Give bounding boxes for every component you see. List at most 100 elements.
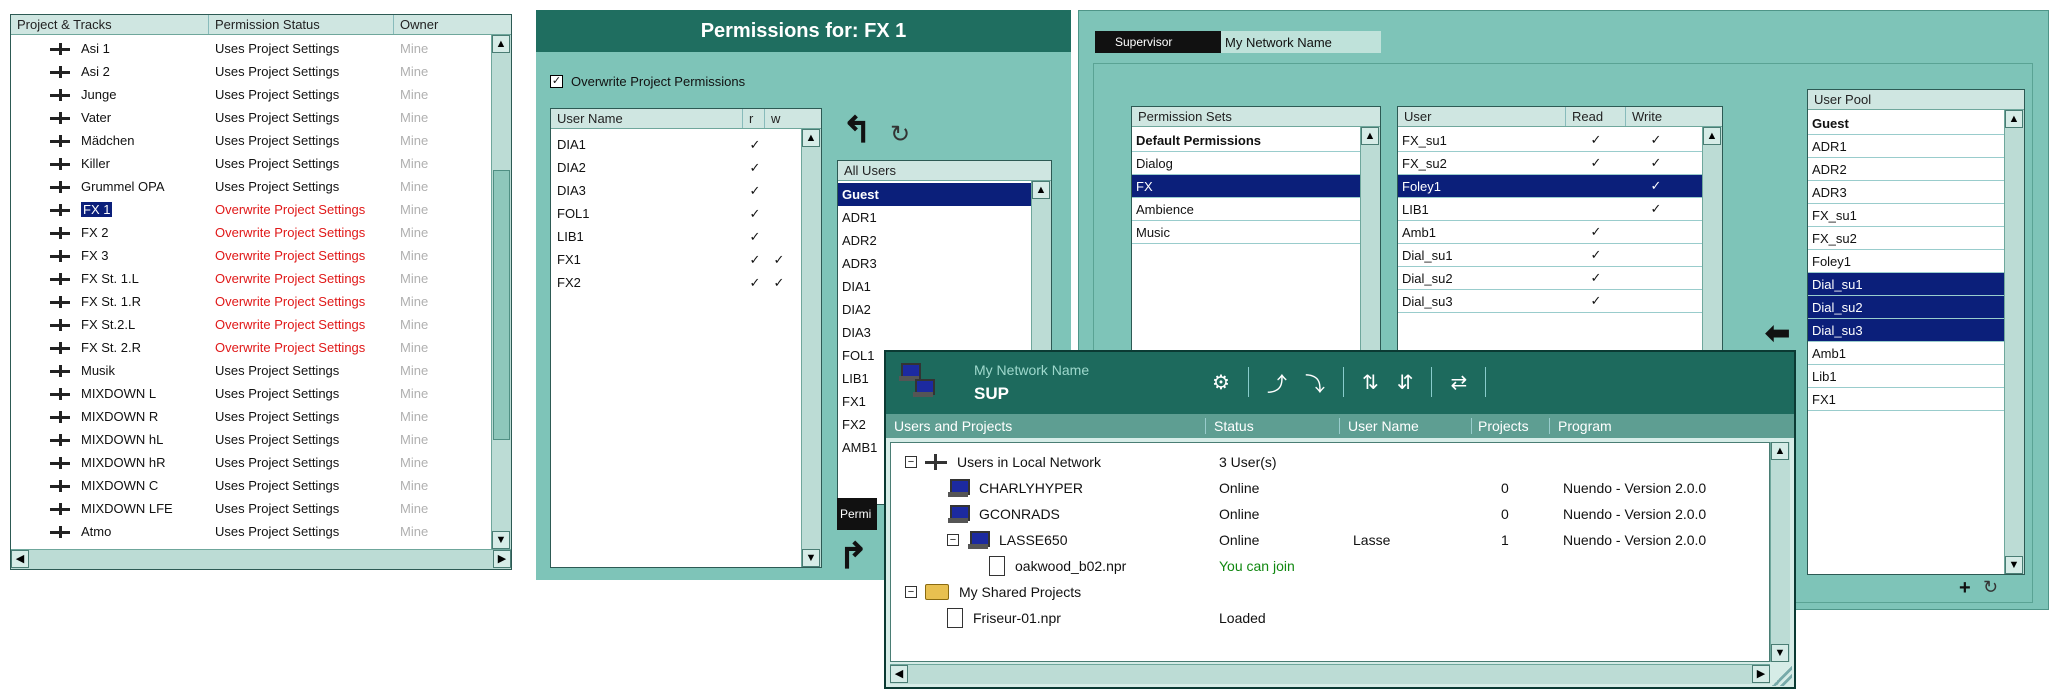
overwrite-checkbox[interactable]: ✓ (550, 75, 563, 88)
read-check[interactable]: ✓ (743, 137, 767, 153)
track-row[interactable]: Grummel OPA Uses Project Settings Mine (11, 175, 491, 198)
user-pool-item[interactable]: Dial_su2 (1808, 296, 2004, 319)
track-row[interactable]: MIXDOWN LFE Uses Project Settings Mine (11, 497, 491, 520)
column-header-owner[interactable]: Owner (394, 15, 489, 34)
scroll-right-icon[interactable]: ▶ (1752, 665, 1770, 683)
set-user-row[interactable]: FX_su1 ✓ ✓ (1398, 129, 1702, 152)
scroll-left-icon[interactable]: ◀ (11, 550, 29, 568)
permission-set-item[interactable]: FX (1132, 175, 1360, 198)
unshare-project-icon[interactable]: ⤵ (1305, 368, 1325, 397)
network-tree-row[interactable]: oakwood_b02.npr You can join (891, 553, 1771, 579)
set-user-row[interactable]: Dial_su1 ✓ (1398, 244, 1702, 267)
user-permission-row[interactable]: FOL1 ✓ (551, 202, 801, 225)
all-users-item[interactable]: ADR2 (838, 229, 1031, 252)
read-check[interactable]: ✓ (743, 183, 767, 199)
read-check[interactable]: ✓ (743, 160, 767, 176)
refresh-icon[interactable]: ↻ (890, 120, 910, 149)
track-row[interactable]: Atmo Uses Project Settings Mine (11, 520, 491, 543)
scroll-down-icon[interactable]: ▼ (2005, 556, 2023, 574)
user-permission-row[interactable]: LIB1 ✓ (551, 225, 801, 248)
column-header-write[interactable]: Write (1626, 107, 1686, 126)
read-check[interactable]: ✓ (1566, 247, 1626, 263)
read-check[interactable]: ✓ (1566, 155, 1626, 171)
read-check[interactable]: ✓ (1566, 132, 1626, 148)
read-check[interactable]: ✓ (743, 206, 767, 222)
write-check[interactable]: ✓ (1626, 155, 1686, 171)
read-check[interactable]: ✓ (1566, 224, 1626, 240)
track-row[interactable]: MIXDOWN L Uses Project Settings Mine (11, 382, 491, 405)
all-users-item[interactable]: DIA3 (838, 321, 1031, 344)
write-check[interactable]: ✓ (767, 252, 791, 268)
user-permissions-vscroll[interactable]: ▲ ▼ (801, 129, 821, 567)
write-check[interactable]: ✓ (1626, 178, 1686, 194)
expand-toggle-icon[interactable]: − (905, 586, 917, 598)
user-pool-item[interactable]: Dial_su1 (1808, 273, 2004, 296)
network-tree-row[interactable]: − LASSE650 Online Lasse 1 Nuendo - Version 2.… (891, 527, 1771, 553)
all-users-item[interactable]: Guest (838, 183, 1031, 206)
write-check[interactable]: ✓ (1626, 132, 1686, 148)
track-row[interactable]: MIXDOWN hL Uses Project Settings Mine (11, 428, 491, 451)
user-pool-item[interactable]: FX_su1 (1808, 204, 2004, 227)
network-tree-row[interactable]: CHARLYHYPER Online 0 Nuendo - Version 2.0.0 (891, 475, 1771, 501)
write-check[interactable]: ✓ (1626, 201, 1686, 217)
scroll-up-icon[interactable]: ▲ (1032, 181, 1050, 199)
scroll-up-icon[interactable]: ▲ (802, 129, 820, 147)
tracks-vscroll[interactable]: ▲ ▼ (491, 35, 511, 549)
settings-icon[interactable]: ⚙ (1212, 370, 1230, 395)
all-users-item[interactable]: DIA2 (838, 298, 1031, 321)
add-user-icon[interactable]: + (1959, 577, 1971, 600)
network-tree-row[interactable]: − My Shared Projects (891, 579, 1771, 605)
sync-icon[interactable]: ⇄ (1450, 370, 1467, 395)
scroll-up-icon[interactable]: ▲ (1771, 442, 1789, 460)
user-pool-vscroll[interactable]: ▲ ▼ (2004, 110, 2024, 574)
track-row[interactable]: FX 3 Overwrite Project Settings Mine (11, 244, 491, 267)
track-row[interactable]: Asi 2 Uses Project Settings Mine (11, 60, 491, 83)
user-pool-item[interactable]: Amb1 (1808, 342, 2004, 365)
user-pool-item[interactable]: FX_su2 (1808, 227, 2004, 250)
track-row[interactable]: FX St. 2.R Overwrite Project Settings Mine (11, 336, 491, 359)
column-header-tracks[interactable]: Project & Tracks (11, 15, 209, 34)
read-check[interactable]: ✓ (1566, 293, 1626, 309)
track-row[interactable]: FX St. 1.L Overwrite Project Settings Mine (11, 267, 491, 290)
user-pool-item[interactable]: Foley1 (1808, 250, 2004, 273)
permission-set-item[interactable]: Default Permissions (1132, 129, 1360, 152)
track-row[interactable]: MIXDOWN hR Uses Project Settings Mine (11, 451, 491, 474)
track-row[interactable]: MIXDOWN R Uses Project Settings Mine (11, 405, 491, 428)
expand-toggle-icon[interactable]: − (947, 534, 959, 546)
tab-supervisor[interactable]: Supervisor (1095, 31, 1221, 53)
track-row[interactable]: FX 1 Overwrite Project Settings Mine (11, 198, 491, 221)
scroll-right-icon[interactable]: ▶ (493, 550, 511, 568)
move-down-arrow-icon[interactable]: ↱ (838, 538, 868, 574)
track-row[interactable]: Asi 1 Uses Project Settings Mine (11, 37, 491, 60)
user-pool-item[interactable]: ADR3 (1808, 181, 2004, 204)
user-permission-row[interactable]: DIA2 ✓ (551, 156, 801, 179)
column-header-users-projects[interactable]: Users and Projects (886, 418, 1206, 434)
set-user-row[interactable]: Dial_su3 ✓ (1398, 290, 1702, 313)
network-name-field[interactable]: My Network Name (1221, 31, 1381, 53)
user-pool-item[interactable]: ADR1 (1808, 135, 2004, 158)
scroll-up-icon[interactable]: ▲ (492, 35, 510, 53)
resize-grip-icon[interactable] (1772, 666, 1792, 686)
tracks-hscroll[interactable]: ◀ ▶ (11, 549, 511, 569)
permission-set-item[interactable]: Dialog (1132, 152, 1360, 175)
track-row[interactable]: FX 2 Overwrite Project Settings Mine (11, 221, 491, 244)
user-pool-item[interactable]: ADR2 (1808, 158, 2004, 181)
all-users-item[interactable]: DIA1 (838, 275, 1031, 298)
network-vscroll[interactable]: ▲ ▼ (1770, 442, 1790, 662)
track-row[interactable]: FX St. 1.R Overwrite Project Settings Mine (11, 290, 491, 313)
track-row[interactable]: Junge Uses Project Settings Mine (11, 83, 491, 106)
set-user-row[interactable]: Amb1 ✓ (1398, 221, 1702, 244)
column-header-projects[interactable]: Projects (1472, 418, 1550, 434)
column-header-user-name[interactable]: User Name (1340, 418, 1472, 434)
user-permission-row[interactable]: FX2 ✓ ✓ (551, 271, 801, 294)
user-permission-row[interactable]: DIA3 ✓ (551, 179, 801, 202)
scroll-up-icon[interactable]: ▲ (1703, 127, 1721, 145)
scroll-up-icon[interactable]: ▲ (2005, 110, 2023, 128)
network-tree-row[interactable]: Friseur-01.npr Loaded (891, 605, 1771, 631)
user-pool-item[interactable]: Guest (1808, 112, 2004, 135)
user-permission-row[interactable]: DIA1 ✓ (551, 133, 801, 156)
scroll-thumb[interactable] (493, 170, 510, 440)
permission-set-item[interactable]: Music (1132, 221, 1360, 244)
move-up-arrow-icon[interactable]: ↰ (842, 112, 872, 148)
add-to-set-arrow-icon[interactable]: ⬅ (1765, 319, 1790, 349)
